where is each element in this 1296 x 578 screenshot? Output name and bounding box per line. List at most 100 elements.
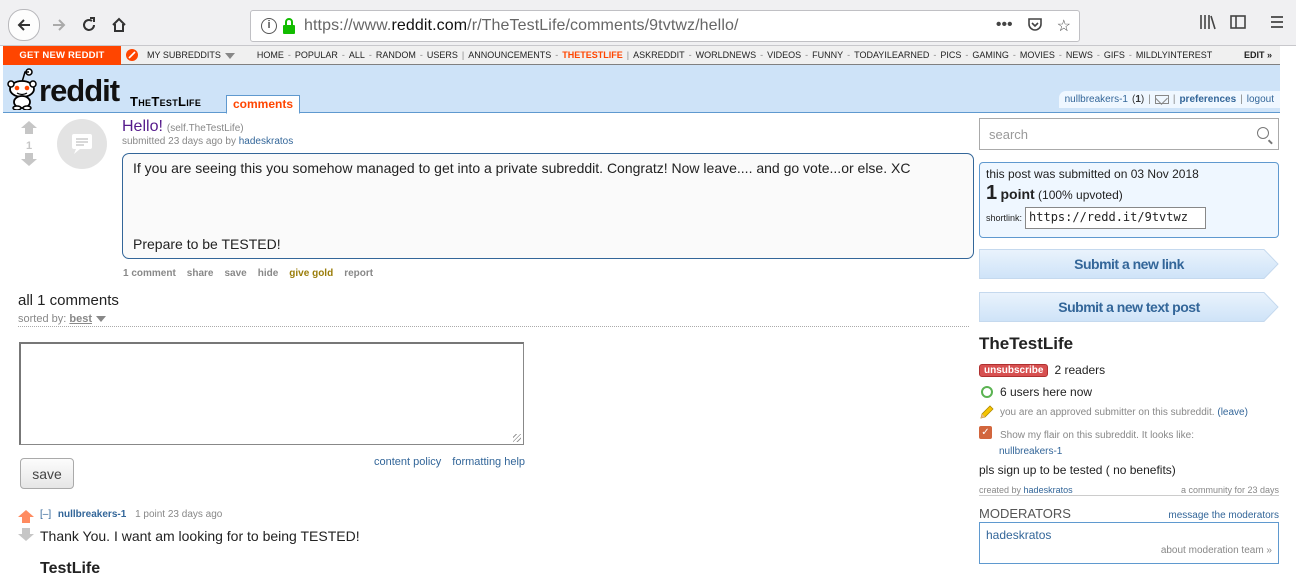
formatting-help-link[interactable]: formatting help (452, 456, 525, 468)
flair-preview: nullbreakers-1 (999, 446, 1063, 457)
comment-textarea[interactable] (19, 342, 524, 445)
sr-link-pics[interactable]: PICS (940, 50, 961, 60)
library-icon[interactable] (1199, 14, 1217, 35)
sr-link-users[interactable]: USERS (427, 50, 458, 60)
preferences-link[interactable]: preferences (1179, 94, 1236, 105)
give-gold-button[interactable]: give gold (289, 268, 333, 279)
upvote-arrow-icon[interactable] (21, 121, 37, 134)
leave-link[interactable]: (leave) (1217, 407, 1248, 418)
new-reddit-icon (123, 46, 141, 64)
text-post-icon (72, 134, 92, 154)
subreddit-links: HOME - POPULAR - ALL - RANDOM - USERS | ANNOU… (256, 50, 1213, 60)
url-actions: ••• ☆ (996, 16, 1071, 37)
creator-link[interactable]: hadeskratos (1024, 485, 1073, 495)
forward-button[interactable] (44, 10, 74, 40)
reload-button[interactable] (74, 10, 104, 40)
subreddit-description: pls sign up to be tested ( no benefits) (979, 463, 1176, 477)
upvote-arrow-icon[interactable] (18, 510, 34, 523)
approved-submitter-notice: you are an approved submitter on this su… (979, 405, 1248, 420)
karma-count: (1) (1131, 94, 1145, 105)
share-button[interactable]: share (187, 268, 214, 279)
content-policy-link[interactable]: content policy (374, 456, 441, 468)
sr-link-worldnews[interactable]: WORLDNEWS (696, 50, 757, 60)
arrow-right-icon (53, 19, 66, 31)
sr-link-news[interactable]: NEWS (1066, 50, 1093, 60)
message-moderators-link[interactable]: message the moderators (1168, 510, 1279, 521)
mail-icon[interactable] (1154, 95, 1169, 104)
sr-link-gifs[interactable]: GIFS (1104, 50, 1125, 60)
comment-meta: 1 point 23 days ago (135, 509, 223, 520)
sort-bar: sorted by: best (18, 313, 969, 327)
home-button[interactable] (104, 10, 134, 40)
flair-checkbox[interactable]: ✓ (979, 426, 992, 439)
lock-icon (283, 18, 295, 34)
home-icon (112, 17, 126, 32)
sr-link-movies[interactable]: MOVIES (1020, 50, 1055, 60)
sr-link-funny[interactable]: FUNNY (812, 50, 843, 60)
sr-link-thetestlife[interactable]: THETESTLIFE (562, 50, 623, 60)
unsubscribe-button[interactable]: unsubscribe (979, 363, 1049, 377)
search-icon[interactable] (1257, 127, 1269, 139)
comments-link[interactable]: 1 comment (123, 268, 176, 279)
get-new-reddit-button[interactable]: GET NEW REDDIT (3, 45, 121, 65)
sr-link-announcements[interactable]: ANNOUNCEMENTS (468, 50, 551, 60)
more-icon[interactable]: ••• (996, 16, 1013, 37)
moderators-title: MODERATORS (979, 506, 1071, 521)
downvote-arrow-icon[interactable] (18, 528, 34, 541)
my-subreddits-dropdown[interactable]: MY SUBREDDITS (147, 50, 235, 60)
resize-handle-icon[interactable] (513, 434, 521, 442)
downvote-arrow-icon[interactable] (21, 153, 37, 166)
sr-link-home[interactable]: HOME (257, 50, 284, 60)
hamburger-menu-icon[interactable] (1269, 14, 1285, 35)
sr-link-all[interactable]: ALL (349, 50, 365, 60)
sr-link-random[interactable]: RANDOM (376, 50, 416, 60)
shortlink-field[interactable]: https://redd.it/9tvtwz (1025, 207, 1207, 229)
collapse-comment-toggle[interactable]: [–] (40, 509, 51, 520)
sr-link-mildlyinteresting[interactable]: MILDLYINTEREST (1136, 50, 1212, 60)
report-button[interactable]: report (344, 268, 373, 279)
pencil-icon (980, 405, 994, 419)
browser-toolbar: i https://www.reddit.com/r/TheTestLife/c… (0, 0, 1296, 46)
info-icon[interactable]: i (261, 18, 277, 34)
sort-dropdown[interactable]: best (69, 313, 106, 325)
url-bar[interactable]: i https://www.reddit.com/r/TheTestLife/c… (250, 10, 1080, 42)
sr-link-videos[interactable]: VIDEOS (767, 50, 801, 60)
sr-link-gaming[interactable]: GAMING (972, 50, 1009, 60)
tab-comments[interactable]: comments (226, 95, 301, 114)
post-vote: 1 (20, 121, 38, 171)
user-box: nullbreakers-1 (1) | | preferences | log… (1058, 91, 1280, 108)
shortlink-row: shortlink: https://redd.it/9tvtwz (986, 207, 1272, 229)
comment-help-links: content policy formatting help (374, 456, 525, 468)
save-comment-button[interactable]: save (20, 458, 74, 489)
url-text: https://www.reddit.com/r/TheTestLife/com… (304, 17, 739, 34)
sr-link-todayilearned[interactable]: TODAYILEARNED (854, 50, 929, 60)
sr-link-askreddit[interactable]: ASKREDDIT (633, 50, 685, 60)
pocket-icon[interactable] (1027, 16, 1043, 37)
post-title[interactable]: Hello! (self.TheTestLife) (122, 118, 244, 136)
subreddit-title[interactable]: TheTestLife (130, 94, 201, 109)
about-moderation-link[interactable]: about moderation team » (1161, 545, 1272, 556)
hide-button[interactable]: hide (258, 268, 279, 279)
post-domain[interactable]: (self.TheTestLife) (167, 123, 244, 134)
edit-subreddits-link[interactable]: EDIT » (1244, 50, 1272, 60)
logout-link[interactable]: logout (1247, 94, 1274, 105)
reddit-logo[interactable]: reddit (7, 68, 120, 110)
submit-new-text-post-button[interactable]: Submit a new text post (979, 292, 1279, 322)
back-button[interactable] (8, 9, 40, 41)
comment-author-link[interactable]: nullbreakers-1 (58, 509, 126, 520)
username-link[interactable]: nullbreakers-1 (1065, 94, 1128, 105)
reddit-header: reddit TheTestLife comments nullbreakers… (3, 65, 1280, 114)
self-post-thumbnail[interactable] (57, 119, 107, 169)
search-input[interactable]: search (979, 118, 1279, 150)
post-author-link[interactable]: hadeskratos (239, 136, 293, 147)
link-info-box: this post was submitted on 03 Nov 2018 1… (979, 162, 1279, 238)
moderator-link[interactable]: hadeskratos (986, 528, 1272, 542)
bookmark-star-icon[interactable]: ☆ (1057, 16, 1071, 37)
save-post-button[interactable]: save (224, 268, 246, 279)
readers-count: 2 readers (1054, 363, 1106, 377)
sidebar-toggle-icon[interactable] (1230, 14, 1246, 35)
sidebar-subreddit-title[interactable]: TheTestLife (979, 334, 1073, 354)
online-indicator-icon (981, 386, 993, 398)
sr-link-popular[interactable]: POPULAR (295, 50, 338, 60)
submit-new-link-button[interactable]: Submit a new link (979, 249, 1279, 279)
